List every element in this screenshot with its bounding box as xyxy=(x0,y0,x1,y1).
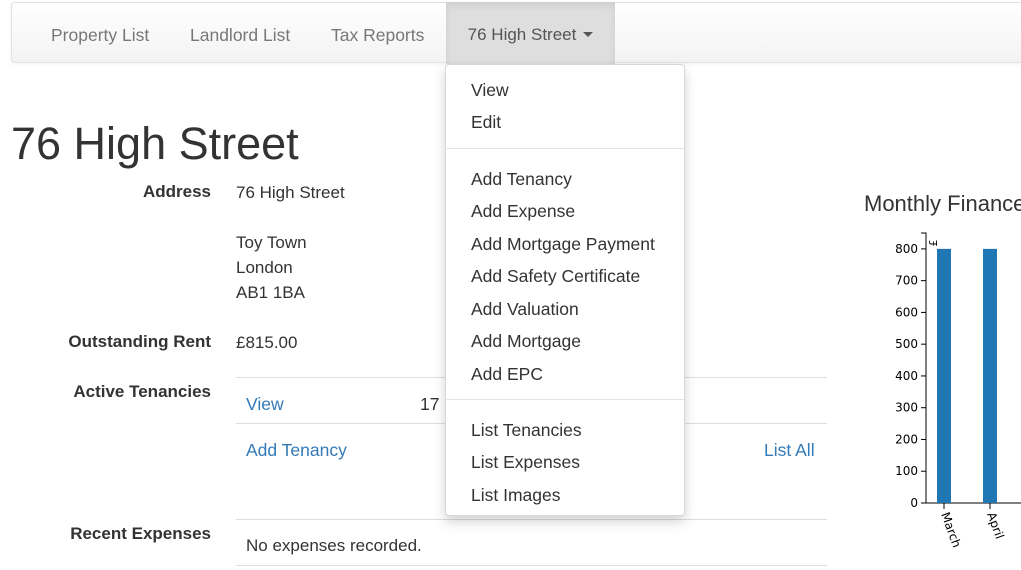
x-tick-label-march: March xyxy=(938,510,964,549)
y-tick-label: 700 xyxy=(895,274,918,288)
address-line-1: 76 High Street xyxy=(236,183,345,202)
monthly-finance-chart: 0 100 200 300 400 500 600 700 800 £ March April xyxy=(895,232,1021,549)
tenancy-view-link[interactable]: View xyxy=(246,394,284,415)
bar-april xyxy=(983,248,997,503)
nav-property-dropdown-toggle[interactable]: 76 High Street xyxy=(446,2,615,64)
divider xyxy=(236,519,827,520)
menu-divider xyxy=(446,148,684,149)
y-tick-label: 400 xyxy=(895,369,918,383)
divider xyxy=(236,565,827,566)
nav-property-label: 76 High Street xyxy=(467,25,577,44)
menu-item-add-expense[interactable]: Add Expense xyxy=(471,200,575,222)
y-tick-label: 200 xyxy=(895,432,918,446)
list-all-link[interactable]: List All xyxy=(764,440,815,461)
recent-expenses-label: Recent Expenses xyxy=(70,524,211,543)
menu-item-add-safety-certificate[interactable]: Add Safety Certificate xyxy=(471,265,640,287)
y-tick-label: 600 xyxy=(895,305,918,319)
no-expenses-text: No expenses recorded. xyxy=(246,536,422,555)
tenancy-value: 17 xyxy=(420,394,440,414)
bar-march xyxy=(937,248,951,503)
y-tick-label: 300 xyxy=(895,401,918,415)
menu-item-list-expenses[interactable]: List Expenses xyxy=(471,451,580,473)
nav-landlord-list[interactable]: Landlord List xyxy=(190,3,290,64)
menu-item-add-tenancy[interactable]: Add Tenancy xyxy=(471,168,572,190)
menu-item-list-images[interactable]: List Images xyxy=(471,484,560,506)
menu-item-add-epc[interactable]: Add EPC xyxy=(471,363,543,385)
menu-item-list-tenancies[interactable]: List Tenancies xyxy=(471,419,582,441)
menu-item-add-mortgage-payment[interactable]: Add Mortgage Payment xyxy=(471,233,655,255)
menu-item-add-valuation[interactable]: Add Valuation xyxy=(471,298,579,320)
outstanding-rent-label: Outstanding Rent xyxy=(68,332,211,351)
menu-divider xyxy=(446,399,684,400)
property-dropdown-menu: View Edit Add Tenancy Add Expense Add Mo… xyxy=(445,64,685,516)
address-line-city: London xyxy=(236,258,293,277)
menu-item-edit[interactable]: Edit xyxy=(471,111,501,133)
y-tick-label: 500 xyxy=(895,337,918,351)
menu-item-add-mortgage[interactable]: Add Mortgage xyxy=(471,330,581,352)
nav-tax-reports[interactable]: Tax Reports xyxy=(331,3,424,64)
caret-down-icon xyxy=(583,32,594,38)
y-axis-label: £ xyxy=(927,240,940,247)
navbar: Property List Landlord List Tax Reports … xyxy=(11,2,1021,64)
y-tick-label: 800 xyxy=(895,242,918,256)
address-label: Address xyxy=(142,182,211,201)
nav-property-list[interactable]: Property List xyxy=(51,3,149,64)
y-axis-line xyxy=(921,232,927,504)
address-line-postcode: AB1 1BA xyxy=(236,283,305,302)
address-line-town: Toy Town xyxy=(236,233,307,252)
outstanding-rent-value: £815.00 xyxy=(236,333,298,352)
page-title: 76 High Street xyxy=(11,118,299,169)
menu-item-view[interactable]: View xyxy=(471,79,509,101)
add-tenancy-link[interactable]: Add Tenancy xyxy=(246,440,347,461)
y-tick-label: 100 xyxy=(895,464,918,478)
chart-title: Monthly Finance xyxy=(864,191,1021,216)
active-tenancies-label: Active Tenancies xyxy=(73,382,211,401)
y-tick-label: 0 xyxy=(910,496,918,510)
x-tick-label-april: April xyxy=(984,510,1007,541)
